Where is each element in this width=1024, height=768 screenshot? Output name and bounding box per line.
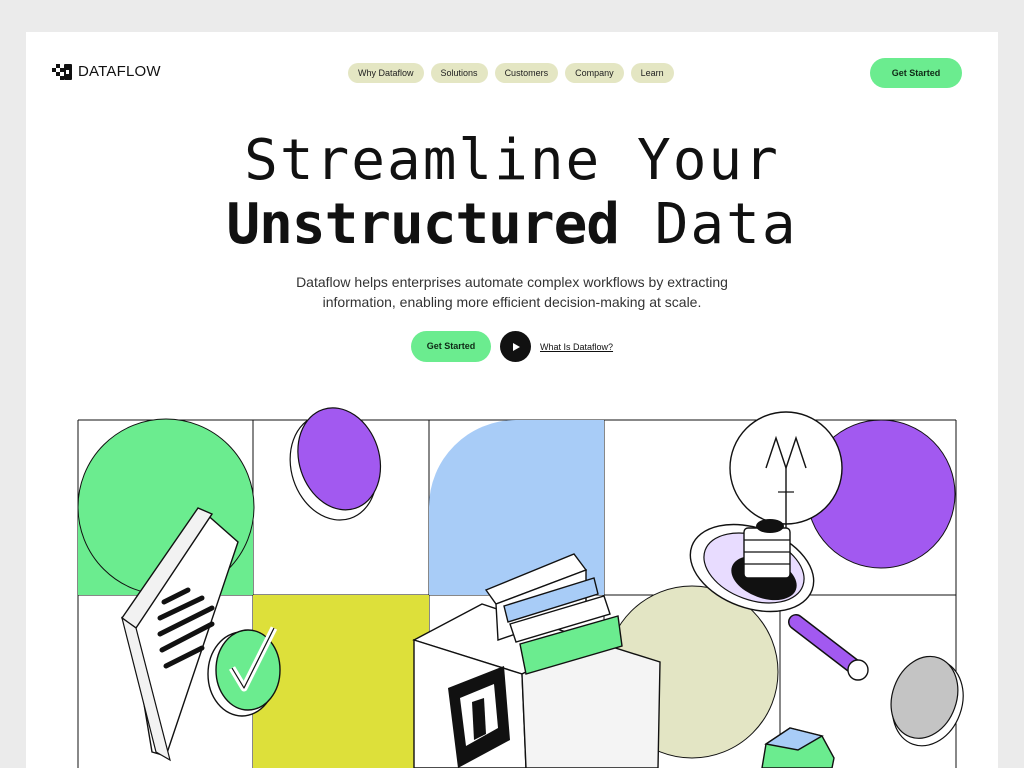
- pixel-arrow-icon: [52, 63, 72, 80]
- hero-get-started-button[interactable]: Get Started: [411, 331, 491, 362]
- nav-item-customers[interactable]: Customers: [494, 63, 559, 83]
- main-nav: Why Dataflow Solutions Customers Company…: [348, 63, 674, 83]
- hero-title-line1: Streamline Your: [244, 128, 780, 193]
- gem-shape: [761, 727, 835, 768]
- gray-disc: [890, 655, 964, 747]
- play-video-button[interactable]: [500, 331, 531, 362]
- header-get-started-button[interactable]: Get Started: [870, 58, 962, 88]
- page: DATAFLOW Why Dataflow Solutions Customer…: [26, 32, 998, 768]
- nav-item-why-dataflow[interactable]: Why Dataflow: [348, 63, 424, 83]
- site-header: DATAFLOW Why Dataflow Solutions Customer…: [26, 32, 998, 112]
- hero-subtitle: Dataflow helps enterprises automate comp…: [296, 274, 728, 310]
- hero-title: Streamline Your Unstructured Data: [26, 129, 998, 257]
- illustration-svg: [77, 407, 964, 768]
- purple-disc: [289, 407, 382, 521]
- nav-item-solutions[interactable]: Solutions: [430, 63, 488, 83]
- nav-item-learn[interactable]: Learn: [630, 63, 674, 83]
- play-icon: [512, 342, 520, 351]
- what-is-dataflow-link[interactable]: What Is Dataflow?: [540, 342, 613, 352]
- hero-illustration: [26, 372, 998, 768]
- logo[interactable]: DATAFLOW: [52, 63, 161, 80]
- hero-title-bold-word: Unstructured: [226, 192, 620, 257]
- nav-item-company[interactable]: Company: [565, 63, 624, 83]
- hero-title-line2: Unstructured Data: [26, 193, 998, 257]
- hero-title-rest: Data: [654, 192, 798, 257]
- brand-name: DATAFLOW: [78, 63, 161, 80]
- hero-cta-row: Get Started What Is Dataflow?: [411, 331, 613, 362]
